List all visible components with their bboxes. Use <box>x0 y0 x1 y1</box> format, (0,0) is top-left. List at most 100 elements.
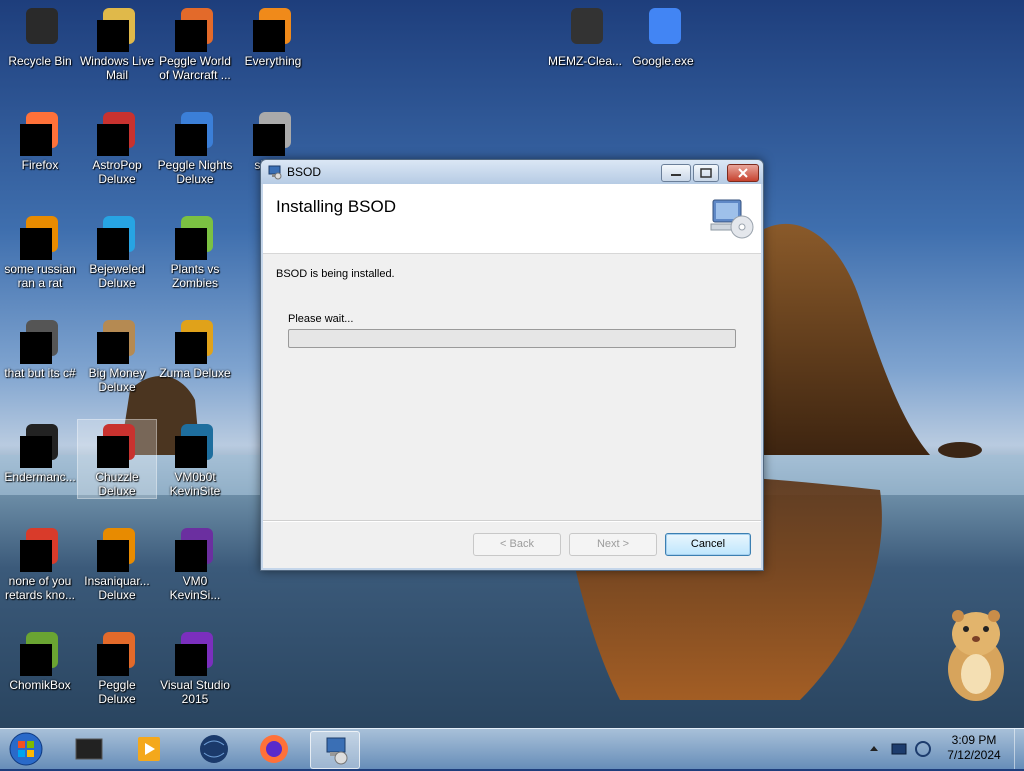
installer-icon <box>326 737 348 765</box>
minimize-button[interactable] <box>661 164 691 182</box>
desktop-icon-some-russian-ran-a-rat[interactable]: some russian ran a rat <box>1 212 79 290</box>
desktop-icon-label: Visual Studio 2015 <box>160 678 230 706</box>
redaction-box <box>20 228 52 260</box>
desktop-icon-windows-live-mail[interactable]: Windows Live Mail <box>78 4 156 82</box>
desktop-icon-visual-studio-2015[interactable]: Visual Studio 2015 <box>156 628 234 706</box>
clock-date: 7/12/2024 <box>947 748 1001 762</box>
desktop-icon-label: Chuzzle Deluxe <box>95 470 139 498</box>
redaction-box <box>175 20 207 52</box>
taskbar-globe-icon[interactable] <box>190 731 238 767</box>
cancel-button[interactable]: Cancel <box>665 533 751 556</box>
taskbar-clock[interactable]: 3:09 PM 7/12/2024 <box>936 733 1012 763</box>
terminal-icon <box>16 420 64 468</box>
redaction-box <box>175 436 207 468</box>
desktop-icon-label: Firefox <box>21 158 59 172</box>
redaction-box <box>97 332 129 364</box>
bejeweled-icon <box>93 212 141 260</box>
close-button[interactable] <box>727 164 759 182</box>
redaction-box <box>20 332 52 364</box>
desktop-icon-big-money-deluxe[interactable]: Big Money Deluxe <box>78 316 156 394</box>
desktop-icon-label: Zuma Deluxe <box>159 366 231 380</box>
desktop-icon-chuzzle-deluxe[interactable]: Chuzzle Deluxe <box>77 419 157 499</box>
desktop-icon-astropop-deluxe[interactable]: AstroPop Deluxe <box>78 108 156 186</box>
hamster-box-icon <box>16 628 64 676</box>
taskbar-folder-icon[interactable] <box>64 731 112 767</box>
taskbar-firefox-icon[interactable] <box>250 731 298 767</box>
desktop-icon-plants-vs-zombies[interactable]: Plants vs Zombies <box>156 212 234 290</box>
desktop-icon-insaniquar-deluxe[interactable]: Insaniquar... Deluxe <box>78 524 156 602</box>
money-bag-icon <box>93 316 141 364</box>
volume-icon[interactable] <box>914 739 932 759</box>
installer-window[interactable]: BSOD Installing BSOD BSOD is being insta… <box>260 159 764 571</box>
desktop-icon-chomikbox[interactable]: ChomikBox <box>1 628 79 692</box>
desktop-icon-memz-clea[interactable]: MEMZ-Clea... <box>546 4 624 68</box>
next-button[interactable]: Next > <box>569 533 657 556</box>
install-progress-bar <box>288 329 736 348</box>
button-separator <box>263 520 761 522</box>
install-status-text: BSOD is being installed. <box>276 268 395 280</box>
plants-vs-zombies-icon <box>171 212 219 260</box>
visual-studio-icon <box>171 628 219 676</box>
desktop-icon-label: Recycle Bin <box>8 54 72 68</box>
desktop-icon-none-of-you-retards-kno[interactable]: none of you retards kno... <box>1 524 79 602</box>
desktop-icon-peggle-world-of-warcraft[interactable]: Peggle World of Warcraft ... <box>156 4 234 82</box>
vm-icon <box>171 420 219 468</box>
redaction-box <box>97 124 129 156</box>
desktop-icon-label: Bejeweled Deluxe <box>89 262 145 290</box>
redaction-box <box>20 436 52 468</box>
show-desktop-button[interactable] <box>1014 729 1024 769</box>
desktop-icon-google-exe[interactable]: Google.exe <box>624 4 702 68</box>
desktop-icon-recycle-bin[interactable]: Recycle Bin <box>1 4 79 68</box>
redaction-box <box>97 228 129 260</box>
desktop-icon-label: MEMZ-Clea... <box>547 54 622 68</box>
mail-icon <box>93 4 141 52</box>
desktop-icon-vm0b0t-kevinsite[interactable]: VM0b0t KevinSite <box>156 420 234 498</box>
start-button[interactable] <box>6 730 46 768</box>
hamster-desktop-pet[interactable] <box>936 604 1016 704</box>
redaction-box <box>20 124 52 156</box>
show-hidden-icons-icon[interactable] <box>868 739 880 759</box>
memz-icon <box>561 4 609 52</box>
desktop-icon-firefox[interactable]: Firefox <box>1 108 79 172</box>
chuzzle-icon <box>93 420 141 468</box>
shortcut-icon <box>249 108 297 156</box>
desktop-icon-that-but-its-c[interactable]: that but its c# <box>1 316 79 380</box>
desktop-icon-peggle-nights-deluxe[interactable]: Peggle Nights Deluxe <box>156 108 234 186</box>
window-titlebar[interactable]: BSOD <box>261 160 763 184</box>
redaction-box <box>20 644 52 676</box>
peggle-icon <box>93 628 141 676</box>
taskbar: 3:09 PM 7/12/2024 <box>0 728 1024 769</box>
desktop-icon-label: VM0 KevinSi... <box>169 574 221 602</box>
network-icon[interactable] <box>890 739 908 759</box>
astropop-icon <box>93 108 141 156</box>
desktop-icon-endermanc[interactable]: Endermanc... <box>1 420 79 484</box>
minimize-icon <box>671 174 681 176</box>
desktop-icon-label: Windows Live Mail <box>79 54 155 82</box>
desktop-icon-label: Peggle Nights Deluxe <box>157 158 233 186</box>
redaction-box <box>97 644 129 676</box>
desktop-icon-label: Google.exe <box>632 54 694 68</box>
redaction-box <box>97 436 129 468</box>
back-button[interactable]: < Back <box>473 533 561 556</box>
installer-banner: Installing BSOD <box>263 184 761 254</box>
desktop-icon-label: none of you retards kno... <box>4 574 76 602</box>
computer-cd-icon <box>710 199 754 239</box>
redaction-box <box>97 20 129 52</box>
desktop-icon-label: Big Money Deluxe <box>88 366 146 394</box>
redaction-box <box>175 124 207 156</box>
fish-icon <box>93 524 141 572</box>
desktop-icon-zuma-deluxe[interactable]: Zuma Deluxe <box>156 316 234 380</box>
desktop-icon-bejeweled-deluxe[interactable]: Bejeweled Deluxe <box>78 212 156 290</box>
window-stack-icon <box>16 316 64 364</box>
vm-purple-icon <box>171 524 219 572</box>
maximize-button[interactable] <box>693 164 719 182</box>
desktop-icon-peggle-deluxe[interactable]: Peggle Deluxe <box>78 628 156 706</box>
desktop-icon-label: VM0b0t KevinSite <box>169 470 221 498</box>
window-title: BSOD <box>287 165 322 179</box>
taskbar-installer-button[interactable] <box>310 731 360 769</box>
desktop-icon-everything[interactable]: Everything <box>234 4 312 68</box>
installer-heading: Installing BSOD <box>276 197 396 216</box>
desktop-icon-vm0-kevinsi[interactable]: VM0 KevinSi... <box>156 524 234 602</box>
taskbar-media-player-icon[interactable] <box>124 731 172 767</box>
installer-client-area: Installing BSOD BSOD is being installed.… <box>263 184 761 568</box>
